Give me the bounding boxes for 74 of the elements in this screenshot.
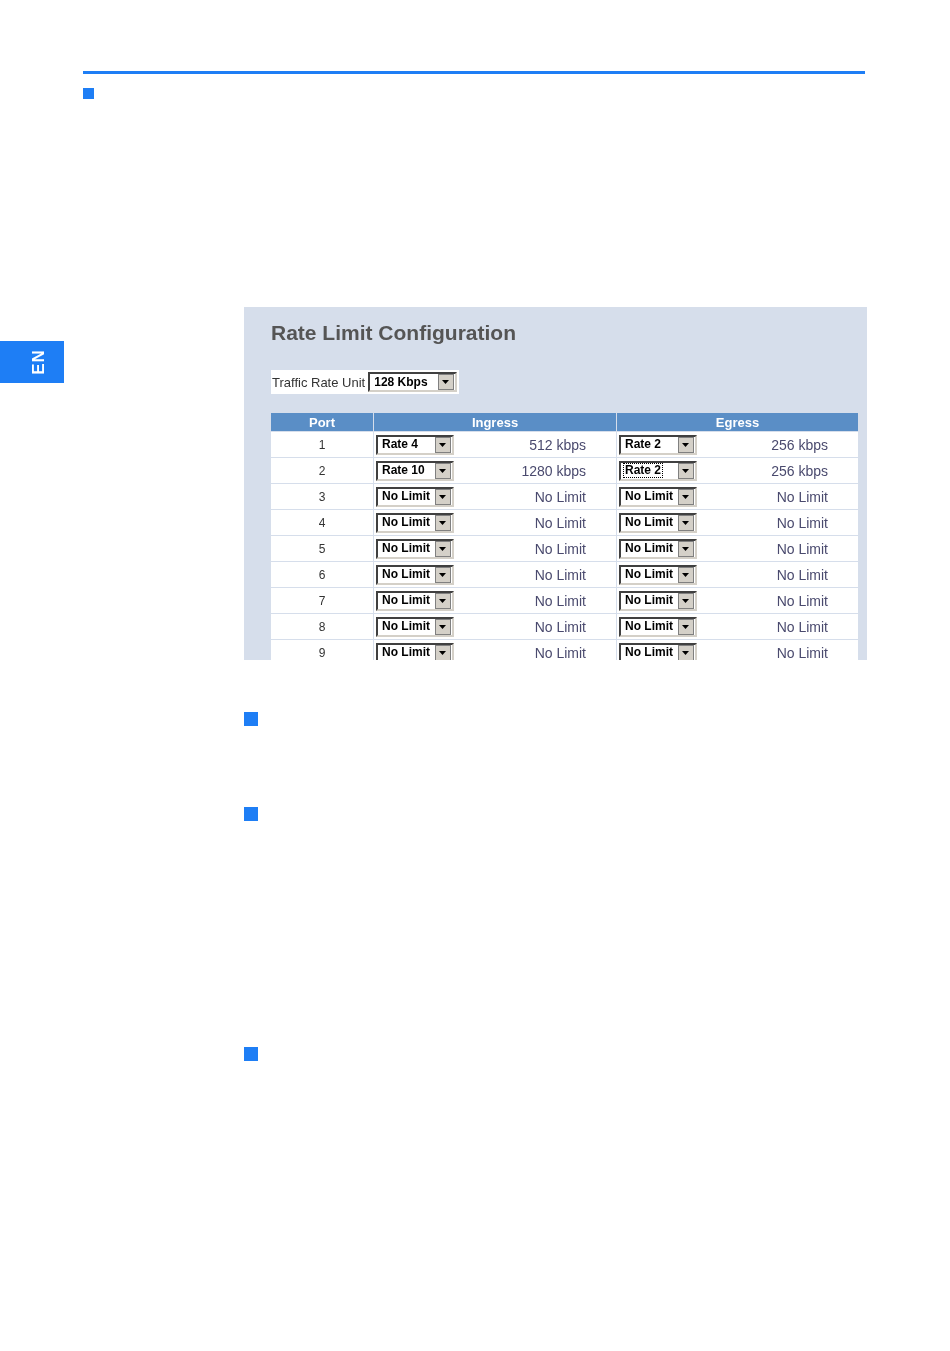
rate-reading: No Limit [776, 618, 828, 635]
rate-dropdown[interactable]: Rate 2 [619, 460, 697, 481]
caret-icon [678, 514, 694, 531]
rate-dropdown[interactable]: No Limit [619, 642, 697, 660]
rate-reading: No Limit [534, 618, 586, 635]
caret-icon [678, 644, 694, 660]
rate-reading: 512 kbps [529, 436, 586, 453]
rate-dropdown[interactable]: Rate 4 [376, 434, 454, 455]
rate-dropdown[interactable]: No Limit [376, 590, 454, 611]
rate-dropdown[interactable]: No Limit [619, 538, 697, 559]
caret-icon [435, 462, 451, 479]
rate-reading: No Limit [776, 566, 828, 583]
field-label: Traffic Rate Unit [272, 374, 366, 390]
section-marker [83, 88, 94, 99]
rate-reading: No Limit [776, 514, 828, 531]
rate-reading: 256 kbps [771, 462, 828, 479]
rate-reading: No Limit [776, 644, 828, 660]
rate-reading: No Limit [534, 592, 586, 609]
rate-dropdown[interactable]: No Limit [376, 564, 454, 585]
caret-icon [678, 566, 694, 583]
section-marker [244, 807, 258, 821]
rate-reading: No Limit [776, 540, 828, 557]
caret-icon [438, 374, 455, 390]
port-number: 7 [271, 587, 374, 614]
rate-reading: No Limit [534, 540, 586, 557]
caret-icon [435, 488, 451, 505]
port-number: 6 [271, 561, 374, 588]
port-number: 5 [271, 535, 374, 562]
port-number: 4 [271, 509, 374, 536]
rate-reading: No Limit [534, 514, 586, 531]
rate-reading: No Limit [534, 566, 586, 583]
rate-dropdown[interactable]: No Limit [619, 486, 697, 507]
rate-reading: No Limit [776, 488, 828, 505]
section-marker [244, 1047, 258, 1061]
caret-icon [435, 514, 451, 531]
rate-reading: No Limit [776, 592, 828, 609]
rate-dropdown[interactable]: Rate 2 [619, 434, 697, 455]
port-number: 1 [271, 431, 374, 458]
caret-icon [435, 436, 451, 453]
port-number: 2 [271, 457, 374, 484]
caret-icon [678, 592, 694, 609]
rate-reading: 256 kbps [771, 436, 828, 453]
caret-icon [435, 644, 451, 660]
page-title: Rate Limit Configuration [271, 321, 517, 346]
caret-icon [678, 618, 694, 635]
rate-dropdown[interactable]: No Limit [619, 616, 697, 637]
column-header: Egress [616, 413, 858, 432]
rate-dropdown[interactable]: No Limit [376, 512, 454, 533]
rate-dropdown[interactable]: No Limit [619, 590, 697, 611]
caret-icon [435, 618, 451, 635]
caret-icon [678, 436, 694, 453]
rate-dropdown[interactable]: No Limit [376, 642, 454, 660]
rate-reading: 1280 kbps [521, 462, 586, 479]
caret-icon [435, 540, 451, 557]
port-number: 3 [271, 483, 374, 510]
rate-dropdown[interactable]: No Limit [619, 512, 697, 533]
rate-dropdown[interactable]: No Limit [619, 564, 697, 585]
rate-dropdown[interactable]: No Limit [376, 486, 454, 507]
port-number: 8 [271, 613, 374, 640]
column-header: Port [271, 413, 374, 432]
rate-reading: No Limit [534, 644, 586, 660]
caret-icon [678, 540, 694, 557]
rate-dropdown[interactable]: No Limit [376, 616, 454, 637]
caret-icon [678, 488, 694, 505]
rate-dropdown[interactable]: No Limit [376, 538, 454, 559]
rate-reading: No Limit [534, 488, 586, 505]
column-header: Ingress [373, 413, 617, 432]
section-marker [244, 712, 258, 726]
caret-icon [435, 592, 451, 609]
port-number: 9 [271, 639, 374, 660]
caret-icon [678, 462, 694, 479]
caret-icon [435, 566, 451, 583]
rate-dropdown[interactable]: Rate 10 [376, 460, 454, 481]
rate-dropdown[interactable]: 128 Kbps [368, 372, 458, 392]
